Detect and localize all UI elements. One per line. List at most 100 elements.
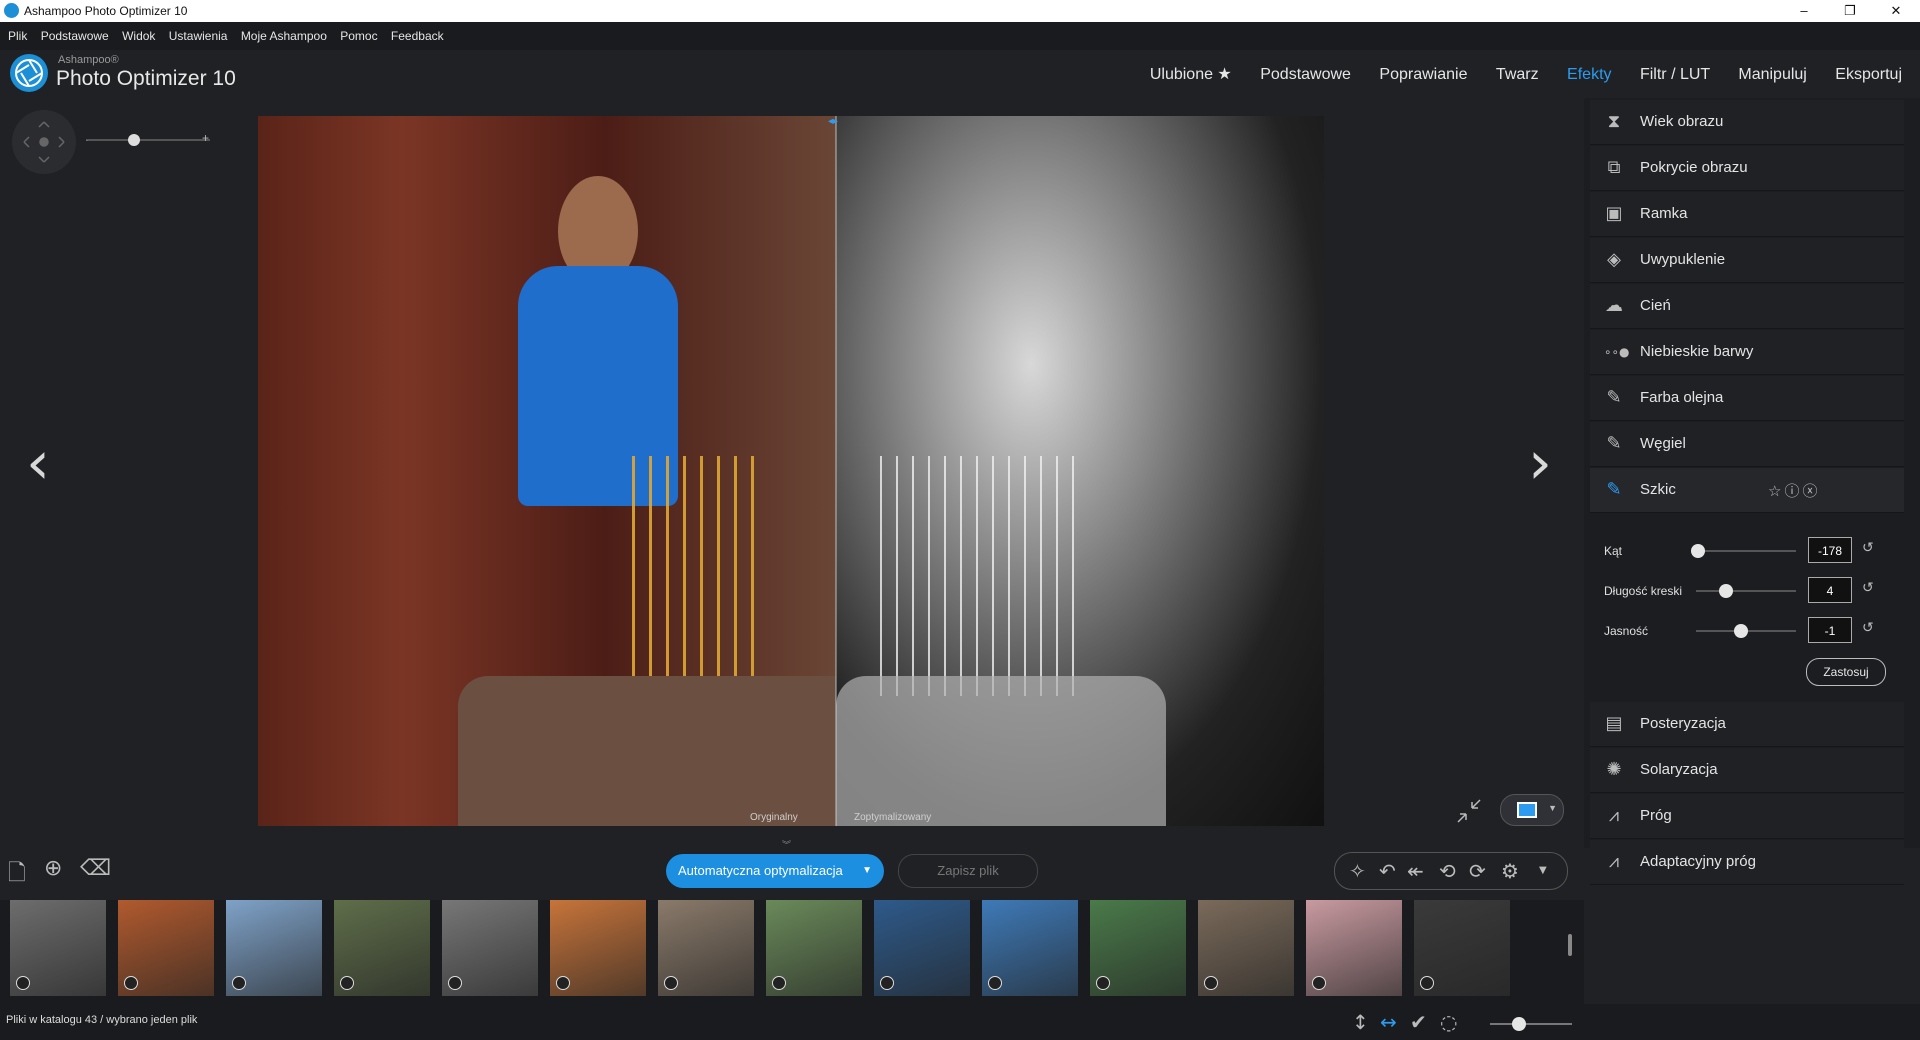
clear-brush-icon[interactable]: ⌫ [80,856,111,881]
select-dot[interactable] [124,976,138,990]
compare-divider[interactable] [835,116,837,826]
thumbnail[interactable] [766,900,862,996]
undo-icon[interactable]: ↶ [1379,859,1396,883]
add-folder-icon[interactable]: ⊕ [44,856,62,881]
menu-ustawienia[interactable]: Ustawienia [169,22,228,50]
param-kat-handle[interactable] [1691,544,1705,558]
reset-jasnosc-icon[interactable]: ↺ [1862,620,1874,636]
select-dot[interactable] [664,976,678,990]
thumbnail[interactable] [10,900,106,996]
menu-feedback[interactable]: Feedback [391,22,444,50]
effect-prog[interactable]: ⩘ Próg [1590,794,1904,839]
reset-kat-icon[interactable]: ↺ [1862,540,1874,556]
thumbnail[interactable] [334,900,430,996]
favorite-star-icon[interactable]: ☆ [1768,482,1784,500]
effect-adaptacyjny-prog[interactable]: ⩘ Adaptacyjny próg [1590,840,1904,885]
menu-pomoc[interactable]: Pomoc [340,22,377,50]
select-dot[interactable] [1096,976,1110,990]
thumbnail[interactable] [550,900,646,996]
select-dot[interactable] [988,976,1002,990]
thumbnail[interactable] [1414,900,1510,996]
help-icon[interactable]: ⓘ [1784,482,1802,500]
close-circle-icon[interactable]: ⓧ [1802,482,1820,500]
effect-uwypuklenie[interactable]: ◈ Uwypuklenie [1590,238,1904,283]
tab-filtr-lut[interactable]: Filtr / LUT [1640,66,1710,83]
select-dot[interactable] [1204,976,1218,990]
compare-view-toggle[interactable]: ▼ [1500,794,1564,826]
auto-optimize-button[interactable]: Automatyczna optymalizacja ▼ [666,854,884,888]
effect-pokrycie-obrazu[interactable]: ⧉ Pokrycie obrazu [1590,146,1904,191]
tab-poprawianie[interactable]: Poprawianie [1379,66,1467,83]
tab-efekty[interactable]: Efekty [1567,66,1611,83]
save-file-button[interactable]: Zapisz plik [898,854,1038,888]
pan-navigator-icon[interactable] [12,110,76,174]
effect-ramka[interactable]: ▣ Ramka [1590,192,1904,237]
tab-eksportuj[interactable]: Eksportuj [1835,66,1902,83]
param-dlugosc-slider[interactable] [1696,590,1796,592]
select-dot[interactable] [880,976,894,990]
thumbnail[interactable] [118,900,214,996]
zoom-slider-handle[interactable] [128,134,140,146]
select-all-check-icon[interactable]: ✔ [1410,1010,1427,1034]
reset-dlugosc-icon[interactable]: ↺ [1862,580,1874,596]
minimize-button[interactable]: – [1784,1,1824,21]
param-jasnosc-input[interactable]: -1 [1808,617,1852,643]
select-dot[interactable] [1420,976,1434,990]
thumbnail[interactable] [658,900,754,996]
select-dot[interactable] [448,976,462,990]
maximize-button[interactable]: ❐ [1830,1,1870,21]
prev-image-arrow-icon[interactable]: ‹ [26,428,50,498]
param-dlugosc-input[interactable]: 4 [1808,577,1852,603]
thumbnail[interactable] [874,900,970,996]
param-jasnosc-handle[interactable] [1734,624,1748,638]
select-dot[interactable] [556,976,570,990]
select-dot[interactable] [772,976,786,990]
effect-posteryzacja[interactable]: ▤ Posteryzacja [1590,702,1904,747]
param-dlugosc-handle[interactable] [1719,584,1733,598]
menu-moje-ashampoo[interactable]: Moje Ashampoo [241,22,327,50]
menu-plik[interactable]: Plik [8,22,27,50]
sort-horizontal-icon[interactable]: ↔ [1380,1010,1397,1034]
effect-wiek-obrazu[interactable]: ⧗ Wiek obrazu [1590,100,1904,145]
zoom-plus[interactable]: + [202,131,209,145]
effect-solaryzacja[interactable]: ✺ Solaryzacja [1590,748,1904,793]
effect-szkic[interactable]: ✎ Szkic ☆ⓘⓧ [1590,468,1904,513]
magic-wand-icon[interactable]: ✧ [1349,859,1366,883]
apply-button[interactable]: Zastosuj [1806,658,1886,686]
rotate-left-icon[interactable]: ⟲ [1439,859,1456,883]
thumbnail[interactable] [1306,900,1402,996]
effect-wegiel[interactable]: ✎ Węgiel [1590,422,1904,467]
chevron-down-icon[interactable]: ▼ [862,854,872,888]
thumbnail[interactable] [1090,900,1186,996]
menu-podstawowe[interactable]: Podstawowe [41,22,109,50]
zoom-slider[interactable] [88,139,210,141]
chevron-down-icon[interactable]: ▼ [1539,865,1547,876]
thumbnail[interactable] [982,900,1078,996]
next-image-arrow-icon[interactable]: › [1528,428,1552,498]
effect-farba-olejna[interactable]: ✎ Farba olejna [1590,376,1904,421]
select-dot[interactable] [16,976,30,990]
thumbnail[interactable] [1198,900,1294,996]
tab-podstawowe[interactable]: Podstawowe [1260,66,1351,83]
thumbnail-size-slider[interactable] [1490,1023,1572,1025]
param-kat-slider[interactable] [1696,550,1796,552]
menu-widok[interactable]: Widok [122,22,155,50]
tab-twarz[interactable]: Twarz [1496,66,1539,83]
rotate-right-icon[interactable]: ⟳ [1469,859,1486,883]
tab-manipuluj[interactable]: Manipuluj [1738,66,1806,83]
effect-niebieskie-barwy[interactable]: ∘∘● Niebieskie barwy [1590,330,1904,375]
thumbnail-size-handle[interactable] [1512,1017,1526,1031]
undo-all-icon[interactable]: ↞ [1407,859,1424,883]
filmstrip-scrollbar[interactable] [1568,934,1572,956]
select-dot[interactable] [1312,976,1326,990]
deselect-icon[interactable]: ◌ [1440,1010,1457,1034]
fit-screen-icon[interactable] [1454,796,1484,831]
divider-handle-icon[interactable]: ◂▸ [828,116,838,127]
close-button[interactable]: ✕ [1876,1,1916,21]
sort-vertical-icon[interactable]: ↕ [1352,1010,1369,1034]
select-dot[interactable] [232,976,246,990]
tab-ulubione[interactable]: Ulubione ★ [1150,66,1232,83]
effect-cien[interactable]: ☁ Cień [1590,284,1904,329]
add-file-icon[interactable]: 🗋 [8,856,26,894]
thumbnail[interactable] [226,900,322,996]
